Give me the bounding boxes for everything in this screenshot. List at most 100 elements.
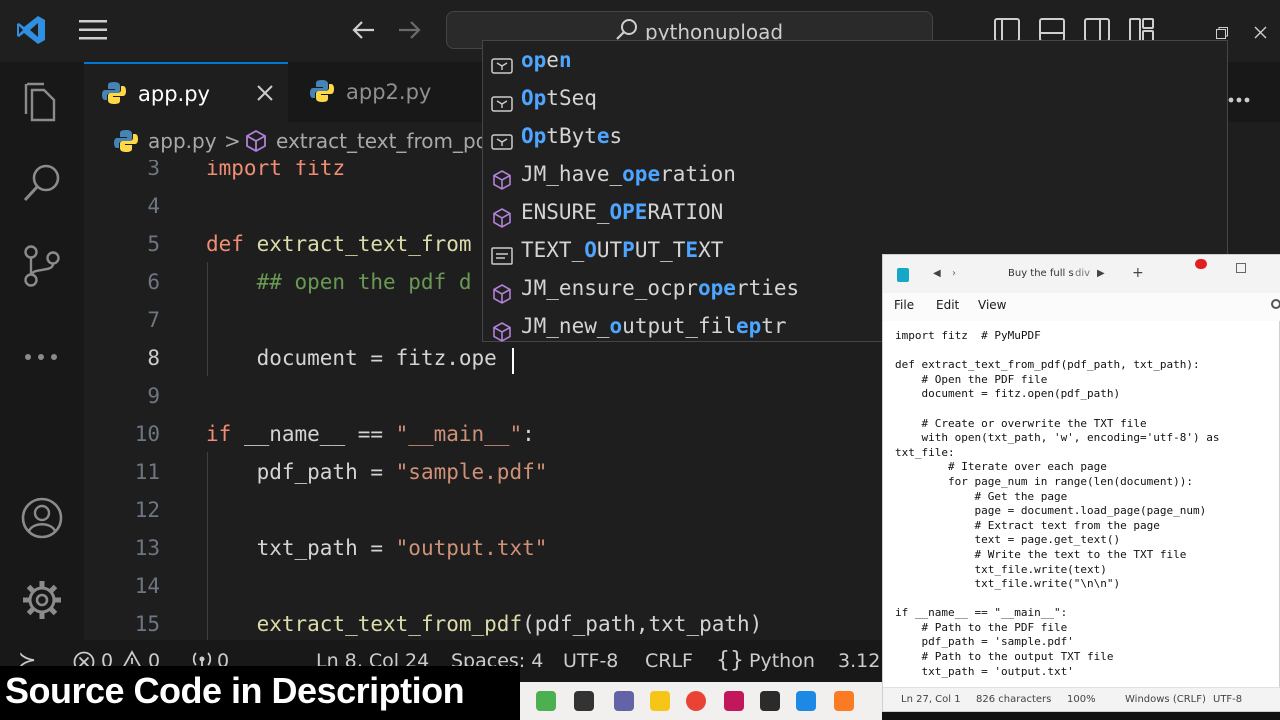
suggestion-item[interactable]: ENSURE_OPERATION: [483, 193, 1227, 231]
code-token: def: [206, 232, 257, 256]
match-highlight: Op: [521, 124, 547, 148]
notepad-tab-title[interactable]: Buy the full s: [1008, 268, 1074, 279]
notepad-text-area[interactable]: import fitz # PyMuPDF def extract_text_f…: [895, 329, 1275, 679]
tab-app2-py[interactable]: app2.py: [288, 62, 484, 122]
notepad-window: ◀ › Buy the full s div ▶ + File Edit Vie…: [882, 254, 1280, 712]
accounts-icon[interactable]: [20, 496, 64, 544]
line-number: 10: [134, 422, 160, 446]
tab-scroll-right-icon[interactable]: ▶: [1097, 268, 1105, 279]
tab-scroll-left-icon[interactable]: ◀: [933, 268, 941, 279]
suggestion-label: OptBytes: [521, 117, 622, 155]
language-mode[interactable]: Python: [749, 650, 815, 672]
chrome-icon[interactable]: [686, 691, 706, 711]
indent-guide: [207, 262, 208, 376]
label-text: RATION: [647, 200, 724, 224]
code-text: ## open the pdf d: [206, 263, 472, 301]
notepad-status-bar: Ln 27, Col 1 826 characters 100% Windows…: [883, 687, 1280, 711]
xampp-icon[interactable]: [834, 691, 854, 711]
label-text: JM_ensure_ocpr: [521, 276, 699, 300]
python-version[interactable]: 3.12.: [838, 650, 886, 672]
taskbar: [520, 682, 882, 720]
match-highlight: P: [622, 238, 635, 262]
maximize-icon[interactable]: [1236, 263, 1246, 273]
end-of-line[interactable]: CRLF: [645, 650, 693, 672]
plant-app-icon[interactable]: [536, 691, 556, 711]
match-highlight: OPE: [609, 200, 648, 224]
source-control-icon[interactable]: [22, 244, 62, 292]
menu-icon[interactable]: [79, 20, 107, 44]
np-position: Ln 27, Col 1: [901, 694, 961, 705]
class-kind-icon: [491, 202, 513, 228]
code-token: txt_path =: [206, 536, 396, 560]
code-token: "__main__": [395, 422, 523, 446]
suggestion-label: ENSURE_OPERATION: [521, 193, 723, 231]
back-arrow-icon[interactable]: [352, 20, 376, 44]
breadcrumb-symbol[interactable]: extract_text_from_pd: [276, 129, 488, 153]
python-file-icon: [310, 79, 334, 107]
line-number: 3: [147, 160, 160, 180]
code-token: "output.txt": [395, 536, 548, 560]
suggestion-item[interactable]: JM_have_operation: [483, 155, 1227, 193]
terminal-icon[interactable]: [760, 691, 780, 711]
label-text: s: [609, 124, 623, 148]
label-text: JM_new_: [521, 314, 610, 338]
code-token: import: [206, 160, 295, 180]
more-actions-icon[interactable]: [1228, 88, 1252, 107]
match-highlight: O: [584, 238, 597, 262]
notepad-tab-title-2[interactable]: div: [1075, 268, 1090, 279]
suggestion-label: JM_new_output_fileptr: [521, 307, 787, 345]
menu-view[interactable]: View: [978, 298, 1006, 312]
close-window-icon[interactable]: [1254, 24, 1267, 43]
match-highlight: ope: [698, 276, 736, 300]
code-token: :: [522, 422, 535, 446]
label-text: e: [546, 48, 559, 72]
label-text: utput_fil: [622, 314, 736, 338]
tab-label: app2.py: [346, 80, 432, 104]
np-eol: Windows (CRLF): [1125, 694, 1206, 705]
code-text: def extract_text_from: [206, 225, 472, 263]
media-app-icon[interactable]: [574, 691, 594, 711]
line-number: 4: [147, 194, 160, 218]
menu-file[interactable]: File: [894, 298, 914, 312]
label-text: TEXT_: [521, 238, 585, 262]
forward-arrow-icon[interactable]: [397, 20, 421, 44]
python-file-icon: [114, 129, 138, 158]
source-code-banner: Source Code in Description: [0, 666, 520, 720]
label-text: UT_T: [634, 238, 686, 262]
match-highlight: ope: [622, 162, 661, 186]
notepad-settings-icon[interactable]: [1271, 299, 1280, 309]
match-highlight: o: [609, 314, 623, 338]
search-sidebar-icon[interactable]: [22, 162, 62, 208]
banner-text: Source Code in Description: [5, 670, 465, 711]
line-number: 15: [134, 612, 160, 636]
activity-bar: [0, 62, 84, 640]
pinned-app-icon[interactable]: [724, 691, 744, 711]
tab-app-py[interactable]: app.py: [84, 62, 288, 122]
match-highlight: E: [685, 238, 699, 262]
line-number: 9: [147, 384, 160, 408]
teams-icon[interactable]: [614, 691, 634, 711]
vscode-taskbar-icon[interactable]: [796, 691, 816, 711]
suggestion-label: open: [521, 41, 572, 79]
menu-edit[interactable]: Edit: [936, 298, 959, 312]
code-text: pdf_path = "sample.pdf": [206, 453, 548, 491]
suggestion-item[interactable]: OptSeq: [483, 79, 1227, 117]
new-tab-icon[interactable]: +: [1132, 265, 1144, 281]
more-icon[interactable]: [24, 346, 60, 365]
breadcrumb-file[interactable]: app.py: [148, 129, 217, 153]
match-highlight: ep: [735, 314, 762, 338]
encoding[interactable]: UTF-8: [563, 650, 618, 672]
method-symbol-icon: [244, 129, 268, 158]
code-token: extract_text_from: [256, 232, 472, 256]
tab-overflow[interactable]: ›: [952, 268, 956, 279]
vscode-logo-icon[interactable]: [16, 14, 46, 50]
suggestion-item[interactable]: OptBytes: [483, 117, 1227, 155]
file-explorer-icon[interactable]: [650, 691, 670, 711]
close-tab-icon[interactable]: [256, 84, 274, 106]
explorer-icon[interactable]: [22, 80, 60, 128]
label-text: tByt: [546, 124, 597, 148]
suggestion-item[interactable]: open: [483, 41, 1227, 79]
suggestion-label: JM_have_operation: [521, 155, 736, 193]
manage-gear-icon[interactable]: [20, 578, 64, 626]
